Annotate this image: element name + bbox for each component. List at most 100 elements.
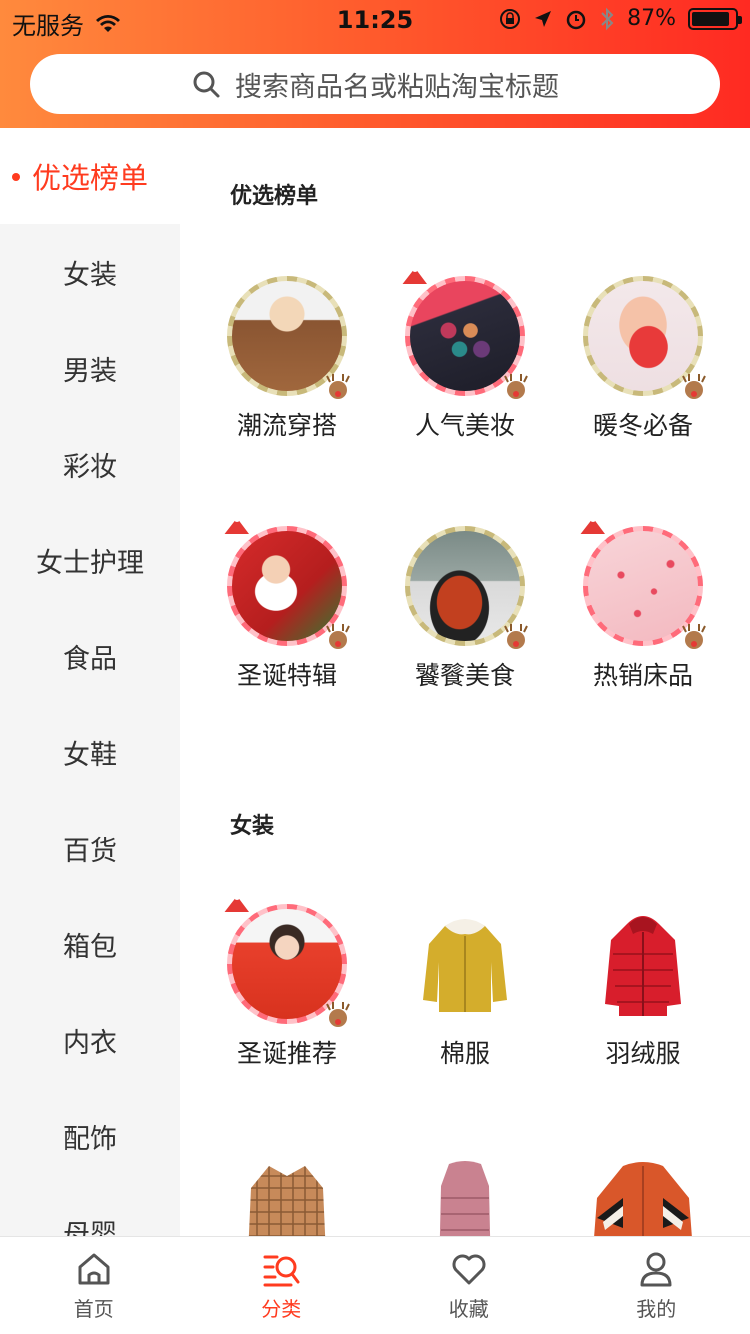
category-content: 优选榜单 潮流穿搭 人气美妆 暖冬必备 圣诞特辑 饕餮美食 热销床品 女装 圣诞… (180, 128, 750, 1236)
home-icon (78, 1253, 110, 1285)
tab-label: 收藏 (448, 1297, 489, 1321)
tab-profile[interactable]: 我的 (563, 1237, 750, 1334)
category-image-frame (405, 1158, 525, 1236)
category-tile-christmas-picks[interactable]: 圣诞推荐 (198, 894, 376, 1070)
reindeer-icon (504, 624, 528, 649)
velvet-vest-photo (439, 1161, 491, 1236)
alarm-icon (566, 10, 586, 29)
category-tile-christmas[interactable]: 圣诞特辑 (198, 516, 376, 692)
category-sidebar: 优选榜单 女装 男装 彩妆 女士护理 食品 女鞋 百货 箱包 内衣 配饰 母婴 (0, 128, 180, 1236)
santa-hat-icon (221, 516, 251, 540)
section-title: 女装 (230, 814, 275, 839)
bluetooth-icon (601, 7, 614, 30)
tab-category[interactable]: 分类 (188, 1237, 376, 1334)
tab-label: 首页 (73, 1297, 114, 1321)
sidebar-item-underwear[interactable]: 内衣 (0, 992, 180, 1088)
sidebar-item-makeup[interactable]: 彩妆 (0, 416, 180, 512)
sidebar-item-accessories[interactable]: 配饰 (0, 1088, 180, 1184)
sidebar-item-label: 母婴 (63, 1219, 117, 1237)
search-bar[interactable]: 搜索商品名或粘贴淘宝标题 (30, 54, 720, 114)
bottom-tab-bar: 首页 分类 收藏 我的 (0, 1236, 750, 1334)
battery-icon (688, 7, 742, 30)
category-tile-padded[interactable]: 棉服 (376, 904, 554, 1070)
fleece-jacket-photo (594, 1162, 692, 1236)
sidebar-item-featured[interactable]: 优选榜单 (0, 128, 180, 224)
category-tile-fleece-jacket[interactable] (554, 1158, 732, 1236)
category-image-frame (583, 1158, 703, 1236)
sidebar-item-label: 女士护理 (36, 547, 144, 579)
sidebar-item-label: 食品 (63, 643, 117, 675)
category-image-frame (583, 276, 706, 399)
category-image-frame (227, 276, 350, 399)
reindeer-icon (326, 624, 350, 649)
category-tile-winter[interactable]: 暖冬必备 (554, 276, 732, 442)
heart-icon (452, 1254, 486, 1285)
reindeer-icon (326, 1002, 350, 1027)
sidebar-item-label: 男装 (63, 355, 117, 387)
category-tile-trend[interactable]: 潮流穿搭 (198, 276, 376, 442)
category-label: 圣诞特辑 (236, 661, 337, 690)
category-label: 热销床品 (592, 661, 693, 690)
category-label: 人气美妆 (414, 411, 515, 440)
category-tile-down[interactable]: 羽绒服 (554, 904, 732, 1070)
sidebar-item-bags[interactable]: 箱包 (0, 896, 180, 992)
santa-hat-icon (221, 894, 251, 918)
status-bar: 无服务 11:25 87% (0, 0, 750, 40)
padded-jacket-photo (423, 919, 507, 1012)
category-label: 羽绒服 (605, 1039, 681, 1068)
tab-label: 我的 (636, 1297, 677, 1321)
category-label: 潮流穿搭 (236, 411, 337, 440)
user-icon (640, 1252, 672, 1287)
category-tile-plaid-coat[interactable] (198, 1158, 376, 1236)
tab-favorites[interactable]: 收藏 (375, 1237, 563, 1334)
tab-home[interactable]: 首页 (0, 1237, 188, 1334)
category-image-frame (583, 904, 703, 1024)
plaid-coat-photo (248, 1166, 326, 1236)
sidebar-item-label: 内衣 (63, 1027, 117, 1059)
santa-hat-icon (399, 266, 429, 290)
category-label: 饕餮美食 (414, 661, 515, 690)
tab-label: 分类 (261, 1297, 302, 1321)
santa-hat-icon (577, 516, 607, 540)
sidebar-item-general[interactable]: 百货 (0, 800, 180, 896)
sidebar-item-label: 女装 (63, 259, 117, 291)
sidebar-item-mens[interactable]: 男装 (0, 320, 180, 416)
down-jacket-photo (605, 916, 681, 1016)
sidebar-item-baby[interactable]: 母婴 (0, 1184, 180, 1237)
category-image-frame (221, 894, 350, 1027)
category-image-frame (405, 526, 528, 649)
sidebar-item-label: 百货 (63, 835, 117, 867)
category-image-frame (227, 1158, 347, 1236)
search-placeholder: 搜索商品名或粘贴淘宝标题 (235, 71, 559, 103)
sidebar-item-womens-care[interactable]: 女士护理 (0, 512, 180, 608)
sidebar-item-womens[interactable]: 女装 (0, 224, 180, 320)
header: 无服务 11:25 87% 搜索商品名或粘贴淘宝标题 (0, 0, 750, 128)
location-icon (535, 10, 552, 27)
category-tile-beauty[interactable]: 人气美妆 (376, 266, 554, 442)
sidebar-item-womens-shoes[interactable]: 女鞋 (0, 704, 180, 800)
category-label: 棉服 (439, 1039, 490, 1068)
status-right: 87% (499, 6, 742, 31)
sidebar-item-food[interactable]: 食品 (0, 608, 180, 704)
sidebar-item-label: 女鞋 (63, 739, 117, 771)
sidebar-item-label: 彩妆 (63, 451, 117, 483)
category-image-frame (405, 904, 525, 1024)
category-image-frame (399, 266, 528, 399)
category-image-frame (577, 516, 706, 649)
sidebar-item-label: 优选榜单 (31, 161, 148, 195)
rotation-lock-icon (500, 8, 521, 29)
category-tile-food[interactable]: 饕餮美食 (376, 526, 554, 692)
reindeer-icon (504, 374, 528, 399)
category-tile-bedding[interactable]: 热销床品 (554, 516, 732, 692)
reindeer-icon (682, 374, 706, 399)
category-label: 暖冬必备 (592, 411, 693, 440)
active-dot (12, 173, 20, 181)
category-tile-velvet-vest[interactable] (376, 1158, 554, 1236)
category-image-frame (221, 516, 350, 649)
category-label: 圣诞推荐 (236, 1039, 337, 1068)
reindeer-icon (682, 624, 706, 649)
section-title: 优选榜单 (230, 184, 319, 209)
sidebar-item-label: 配饰 (63, 1123, 117, 1155)
sidebar-item-label: 箱包 (63, 931, 117, 963)
battery-percent: 87% (627, 6, 676, 31)
